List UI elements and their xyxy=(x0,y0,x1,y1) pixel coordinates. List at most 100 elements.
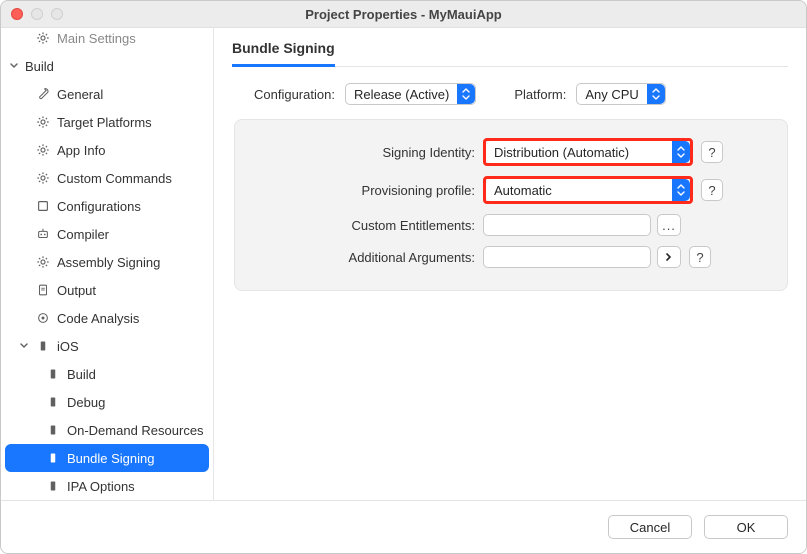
sidebar-item-label: App Info xyxy=(57,143,105,158)
square-icon xyxy=(35,198,51,214)
sidebar-item-ios-debug[interactable]: Debug xyxy=(1,388,213,416)
gear-icon xyxy=(35,254,51,270)
main-panel: Bundle Signing Configuration: Release (A… xyxy=(214,28,806,500)
arguments-help-button[interactable]: ? xyxy=(689,246,711,268)
row-custom-entitlements: Custom Entitlements: ... xyxy=(255,214,767,236)
robot-icon xyxy=(35,226,51,242)
sidebar-item-ios-odr[interactable]: On-Demand Resources xyxy=(1,416,213,444)
sidebar-item-target-platforms[interactable]: Target Platforms xyxy=(1,108,213,136)
sidebar-item-label: Debug xyxy=(67,395,105,410)
platform-select[interactable]: Any CPU xyxy=(576,83,665,105)
sidebar-item-label: General xyxy=(57,87,103,102)
provisioning-select[interactable]: Automatic xyxy=(486,179,690,201)
entitlements-browse-button[interactable]: ... xyxy=(657,214,681,236)
entitlements-label: Custom Entitlements: xyxy=(255,218,483,233)
configuration-select[interactable]: Release (Active) xyxy=(345,83,476,105)
signing-identity-value: Distribution (Automatic) xyxy=(494,145,629,160)
sidebar-item-label: Code Analysis xyxy=(57,311,139,326)
page-heading: Bundle Signing xyxy=(232,40,335,67)
device-icon xyxy=(45,394,61,410)
provisioning-label: Provisioning profile: xyxy=(255,183,483,198)
sidebar-item-label: Build xyxy=(67,367,96,382)
device-icon xyxy=(35,338,51,354)
help-icon: ? xyxy=(696,250,703,265)
sidebar-item-ios-build[interactable]: Build xyxy=(1,360,213,388)
sidebar-item-label: On-Demand Resources xyxy=(67,423,204,438)
chevron-down-icon xyxy=(9,61,19,71)
minimize-window-button[interactable] xyxy=(31,8,43,20)
footer: Cancel OK xyxy=(1,500,806,553)
sidebar-item-label: Compiler xyxy=(57,227,109,242)
sidebar-item-general[interactable]: General xyxy=(1,80,213,108)
sidebar-group-build[interactable]: Build xyxy=(1,52,213,80)
provisioning-highlight: Automatic xyxy=(483,176,693,204)
window: Project Properties - MyMauiApp Main Sett… xyxy=(0,0,807,554)
entitlements-input[interactable] xyxy=(483,214,651,236)
sidebar-item-configurations[interactable]: Configurations xyxy=(1,192,213,220)
arguments-input[interactable] xyxy=(483,246,651,268)
sidebar-item-app-info[interactable]: App Info xyxy=(1,136,213,164)
cancel-button[interactable]: Cancel xyxy=(608,515,692,539)
sidebar-item-output[interactable]: Output xyxy=(1,276,213,304)
row-additional-arguments: Additional Arguments: ? xyxy=(255,246,767,268)
help-icon: ? xyxy=(708,183,715,198)
sidebar-item-label: Output xyxy=(57,283,96,298)
device-icon xyxy=(45,422,61,438)
form-panel: Signing Identity: Distribution (Automati… xyxy=(234,119,788,291)
sidebar-item-code-analysis[interactable]: Code Analysis xyxy=(1,304,213,332)
zoom-window-button[interactable] xyxy=(51,8,63,20)
updown-icon xyxy=(647,84,665,104)
updown-icon xyxy=(457,84,475,104)
config-bar: Configuration: Release (Active) Platform… xyxy=(214,67,806,119)
window-controls xyxy=(11,8,63,20)
sidebar-item-label: Custom Commands xyxy=(57,171,172,186)
sidebar-group-ios[interactable]: iOS xyxy=(1,332,213,360)
help-icon: ? xyxy=(708,145,715,160)
gear-icon xyxy=(35,170,51,186)
sidebar-group-label: Build xyxy=(25,59,54,74)
sidebar-item-ios-bundle-signing[interactable]: Bundle Signing xyxy=(5,444,209,472)
close-window-button[interactable] xyxy=(11,8,23,20)
dialog-body: Main Settings Build General Target Platf… xyxy=(1,28,806,500)
sidebar-item-label: Target Platforms xyxy=(57,115,152,130)
signing-identity-label: Signing Identity: xyxy=(255,145,483,160)
heading-row: Bundle Signing xyxy=(214,28,806,67)
sidebar-item-ios-ipa-options[interactable]: IPA Options xyxy=(1,472,213,500)
titlebar: Project Properties - MyMauiApp xyxy=(1,1,806,28)
sidebar-item-label: Assembly Signing xyxy=(57,255,160,270)
sidebar-item-label: Main Settings xyxy=(57,31,136,46)
gear-icon xyxy=(35,114,51,130)
updown-icon xyxy=(672,141,690,163)
signing-identity-highlight: Distribution (Automatic) xyxy=(483,138,693,166)
signing-identity-help-button[interactable]: ? xyxy=(701,141,723,163)
cancel-label: Cancel xyxy=(630,520,670,535)
arguments-go-button[interactable] xyxy=(657,246,681,268)
ellipsis-icon: ... xyxy=(662,218,676,233)
chevron-down-icon xyxy=(19,341,29,351)
sidebar-item-main-settings[interactable]: Main Settings xyxy=(1,28,213,52)
sidebar-item-custom-commands[interactable]: Custom Commands xyxy=(1,164,213,192)
provisioning-value: Automatic xyxy=(494,183,552,198)
device-icon xyxy=(45,450,61,466)
ok-label: OK xyxy=(737,520,756,535)
sidebar-item-compiler[interactable]: Compiler xyxy=(1,220,213,248)
arguments-label: Additional Arguments: xyxy=(255,250,483,265)
device-icon xyxy=(45,366,61,382)
doc-icon xyxy=(35,282,51,298)
sidebar-item-label: IPA Options xyxy=(67,479,135,494)
sidebar: Main Settings Build General Target Platf… xyxy=(1,28,214,500)
signing-identity-select[interactable]: Distribution (Automatic) xyxy=(486,141,690,163)
chevron-right-icon xyxy=(664,252,674,262)
provisioning-help-button[interactable]: ? xyxy=(701,179,723,201)
platform-label: Platform: xyxy=(514,87,566,102)
gear-icon xyxy=(35,30,51,46)
target-icon xyxy=(35,310,51,326)
platform-value: Any CPU xyxy=(585,87,638,102)
device-icon xyxy=(45,478,61,494)
window-title: Project Properties - MyMauiApp xyxy=(1,7,806,22)
ok-button[interactable]: OK xyxy=(704,515,788,539)
updown-icon xyxy=(672,179,690,201)
sidebar-group-label: iOS xyxy=(57,339,79,354)
row-provisioning-profile: Provisioning profile: Automatic ? xyxy=(255,176,767,204)
sidebar-item-assembly-signing[interactable]: Assembly Signing xyxy=(1,248,213,276)
